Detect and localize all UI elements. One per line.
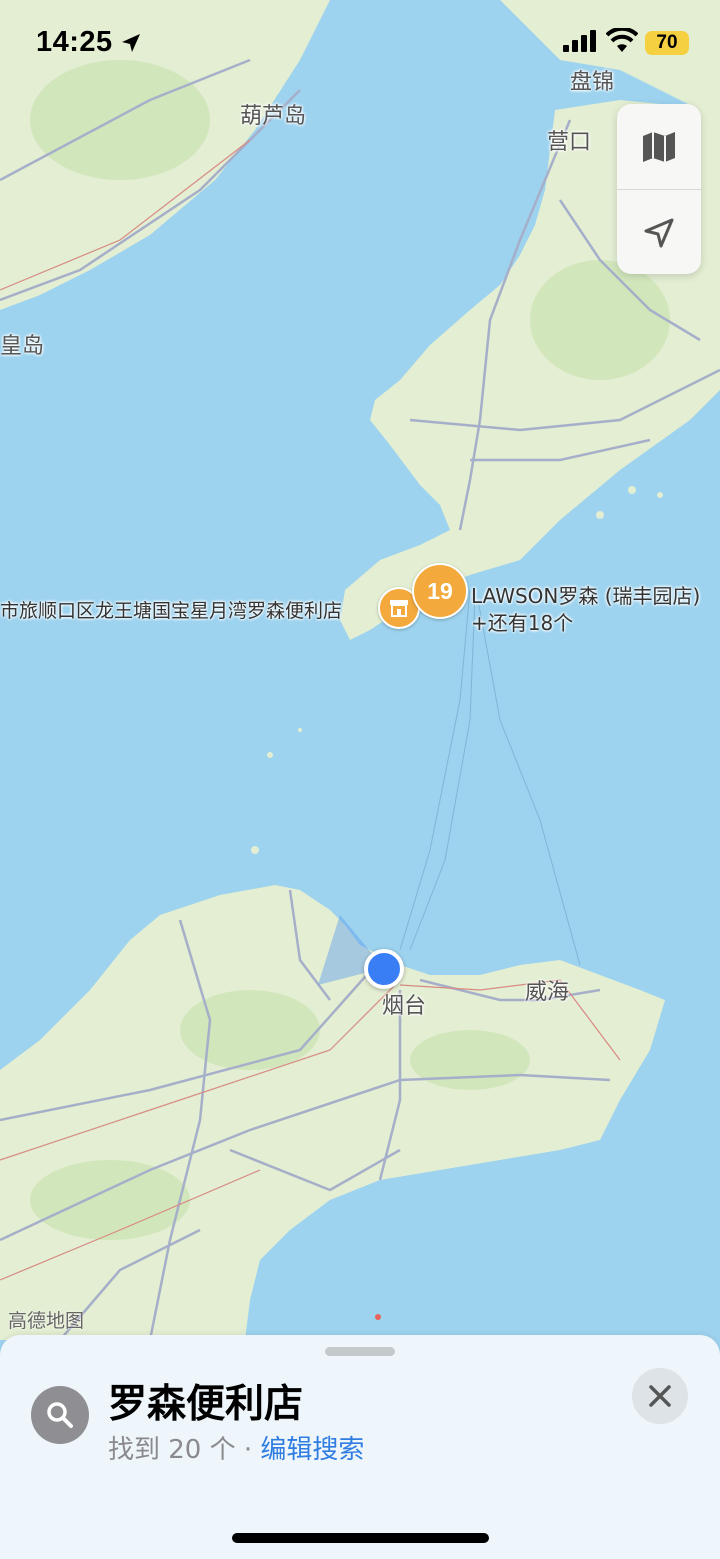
battery-indicator: 70 [645,31,689,55]
location-arrow-icon [644,218,674,247]
label-yantai: 烟台 [382,994,427,1019]
map-canvas[interactable] [0,0,720,1559]
cluster-more[interactable]: +还有18个 [471,607,573,636]
user-location-dot[interactable] [364,949,404,989]
result-count: 找到 20 个 [108,1435,236,1465]
wifi-icon [606,28,638,52]
search-icon [47,1402,73,1428]
locate-me-button[interactable] [617,190,701,275]
close-button[interactable] [632,1368,688,1424]
map-controls [617,104,701,274]
small-poi-dot [375,1314,381,1320]
sheet-grabber[interactable] [325,1347,395,1356]
label-qinhuangdao: 皇岛 [0,334,45,359]
search-results-sheet[interactable]: 罗森便利店 找到 20 个 · 编辑搜索 [0,1335,720,1559]
home-indicator[interactable] [232,1533,489,1543]
search-subtitle: 找到 20 个 · 编辑搜索 [108,1429,364,1466]
store-icon [390,600,408,617]
edit-search-link[interactable]: 编辑搜索 [260,1435,364,1465]
status-time: 14:25 [36,26,113,58]
search-badge [31,1386,89,1444]
poi-label-lushun-store[interactable]: 市旅顺口区龙王塘国宝星月湾罗森便利店 [0,596,342,623]
label-huludao: 葫芦岛 [240,104,307,129]
label-yingkou: 营口 [547,130,592,155]
label-weihai: 威海 [525,980,570,1005]
location-services-icon [122,34,140,52]
subtitle-separator: · [243,1435,253,1465]
close-icon [649,1385,671,1407]
search-query-title: 罗森便利店 [108,1382,304,1427]
cluster-title[interactable]: LAWSON罗森 (瑞丰园店) [471,580,700,609]
cellular-signal-icon [563,30,596,52]
map-mode-button[interactable] [617,104,701,189]
label-panjin: 盘锦 [570,70,615,95]
map-icon [643,131,675,162]
map-attribution: 高德地图 [8,1310,85,1332]
poi-cluster[interactable]: 19 [412,563,468,619]
